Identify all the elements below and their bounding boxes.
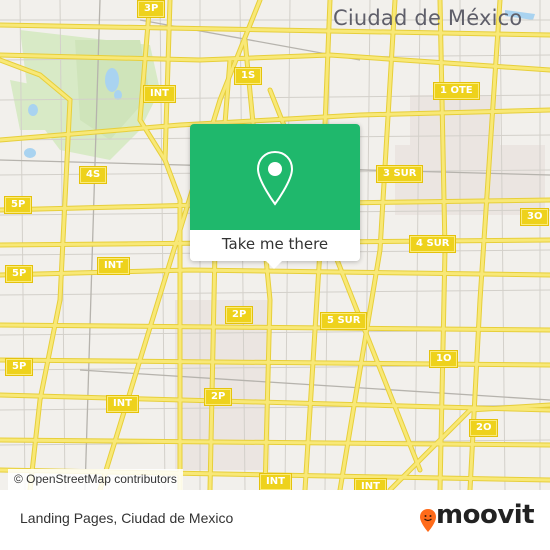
route-shield: 3 SUR (377, 166, 423, 182)
route-shield: 3P (138, 1, 165, 17)
route-shield: 1O (430, 351, 458, 367)
route-shield: 5P (5, 197, 32, 213)
route-shield: 4S (80, 167, 107, 183)
route-shield: INT (107, 396, 138, 412)
route-shield: 5P (6, 266, 33, 282)
route-shield: INT (355, 479, 386, 490)
map-view[interactable]: Ciudad de México 3P 1S INT 1 OTE 4S 3 SU… (0, 0, 550, 490)
route-shield: 1S (235, 68, 262, 84)
route-shield: 5P (6, 359, 33, 375)
location-title: Landing Pages, Ciudad de Mexico (20, 510, 234, 526)
city-label: Ciudad de México (333, 6, 523, 30)
route-shield: 2P (205, 389, 232, 405)
route-shield: 2O (470, 420, 498, 436)
moovit-brand-logo[interactable]: moovit (436, 500, 535, 530)
route-shield: INT (260, 474, 291, 490)
map-attribution[interactable]: © OpenStreetMap contributors (8, 469, 183, 490)
route-shield: 2P (226, 307, 253, 323)
moovit-smiley-pin-icon (420, 509, 436, 532)
route-shield: INT (144, 86, 175, 102)
route-shield: INT (98, 258, 129, 274)
route-shield: 5 SUR (321, 313, 367, 329)
popup-pointer (265, 260, 283, 269)
popup-header[interactable] (190, 124, 360, 230)
destination-popup[interactable]: Take me there (190, 124, 360, 269)
route-shield: 3O (521, 209, 549, 225)
route-shield: 1 OTE (434, 83, 479, 99)
take-me-there-button[interactable]: Take me there (190, 230, 360, 261)
map-pin-icon (256, 150, 294, 206)
route-shield: 4 SUR (410, 236, 456, 252)
